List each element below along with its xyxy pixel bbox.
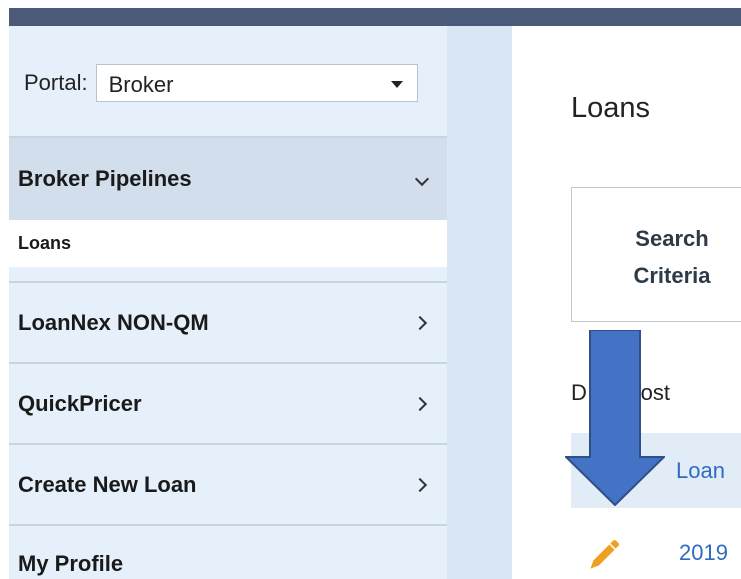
- portal-select[interactable]: Broker: [95, 64, 418, 102]
- sidebar-item-label: My Profile: [18, 551, 124, 576]
- top-bar: [9, 8, 741, 26]
- sidebar-item-label: Create New Loan: [18, 472, 197, 497]
- dropdown-caret-icon: [390, 81, 403, 88]
- sidebar-item-quickpricer[interactable]: QuickPricer: [9, 364, 447, 444]
- sidebar-item-label: QuickPricer: [18, 391, 142, 416]
- chevron-right-icon: [412, 477, 428, 493]
- chevron-down-icon: [414, 171, 430, 187]
- sidebar-item-broker-pipelines[interactable]: Broker Pipelines: [9, 138, 447, 220]
- page-title: Loans: [571, 92, 651, 124]
- search-criteria-label: Search Criteria: [622, 220, 722, 294]
- display-options-text: D ay most: [571, 380, 671, 405]
- sidebar-item-create-new-loan[interactable]: Create New Loan: [9, 445, 447, 525]
- sidebar-item-loannex-non-qm[interactable]: LoanNex NON-QM: [9, 283, 447, 363]
- sidebar-subitem-label: Loans: [18, 233, 72, 253]
- sidebar-item-label: Broker Pipelines: [18, 166, 192, 191]
- loan-number-link[interactable]: 2019: [679, 540, 728, 566]
- chevron-right-icon: [412, 315, 428, 331]
- page: Portal: Broker Broker Pipelines Loans Lo…: [0, 0, 741, 579]
- table-header-loan[interactable]: Loan: [676, 458, 725, 484]
- chevron-right-icon: [412, 396, 428, 412]
- portal-label: Portal:: [24, 70, 88, 95]
- table-header: Loan: [571, 433, 741, 508]
- sidebar-item-my-profile[interactable]: My Profile: [9, 526, 447, 579]
- pencil-icon[interactable]: [582, 535, 624, 577]
- search-criteria-line-1: Search: [635, 226, 709, 251]
- sidebar-subitem-loans[interactable]: Loans: [9, 220, 447, 267]
- portal-selected-value: Broker: [108, 72, 174, 97]
- sidebar-item-label: LoanNex NON-QM: [18, 310, 209, 335]
- search-criteria-panel[interactable]: Search Criteria: [571, 187, 741, 322]
- search-criteria-line-2: Criteria: [633, 263, 711, 288]
- sidebar-gutter: [447, 26, 512, 579]
- portal-row: Portal: Broker: [24, 64, 418, 102]
